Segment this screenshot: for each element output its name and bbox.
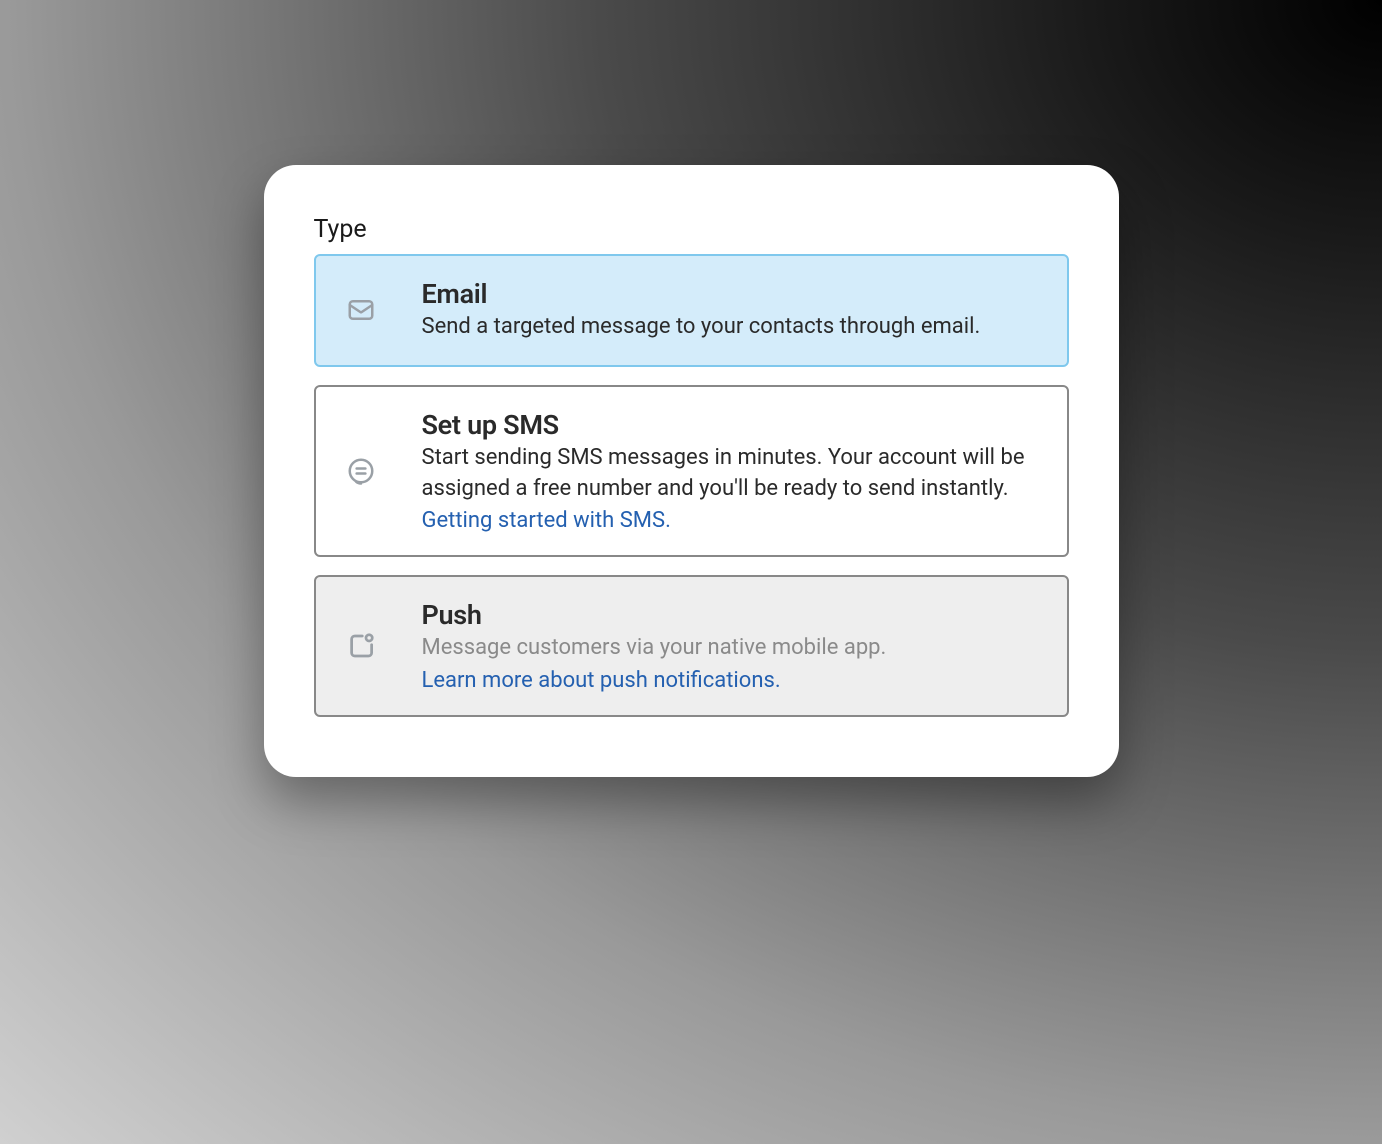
option-sms-description: Start sending SMS messages in minutes. Y… [422,443,1037,505]
option-push[interactable]: Push Message customers via your native m… [314,575,1069,717]
email-icon [346,295,394,325]
option-email[interactable]: Email Send a targeted message to your co… [314,254,1069,367]
option-push-link[interactable]: Learn more about push notifications. [422,668,781,693]
option-sms-title: Set up SMS [422,409,1037,441]
sms-icon [346,456,394,486]
option-email-description: Send a targeted message to your contacts… [422,312,1037,343]
option-push-content: Push Message customers via your native m… [422,599,1037,693]
section-label: Type [314,215,1069,244]
option-email-content: Email Send a targeted message to your co… [422,278,1037,343]
option-push-description: Message customers via your native mobile… [422,633,1037,664]
type-selector-card: Type Email Send a targeted message to yo… [264,165,1119,777]
option-sms-link[interactable]: Getting started with SMS. [422,508,671,533]
option-sms[interactable]: Set up SMS Start sending SMS messages in… [314,385,1069,558]
option-sms-content: Set up SMS Start sending SMS messages in… [422,409,1037,534]
option-push-title: Push [422,599,1037,631]
option-email-title: Email [422,278,1037,310]
push-icon [346,631,394,661]
